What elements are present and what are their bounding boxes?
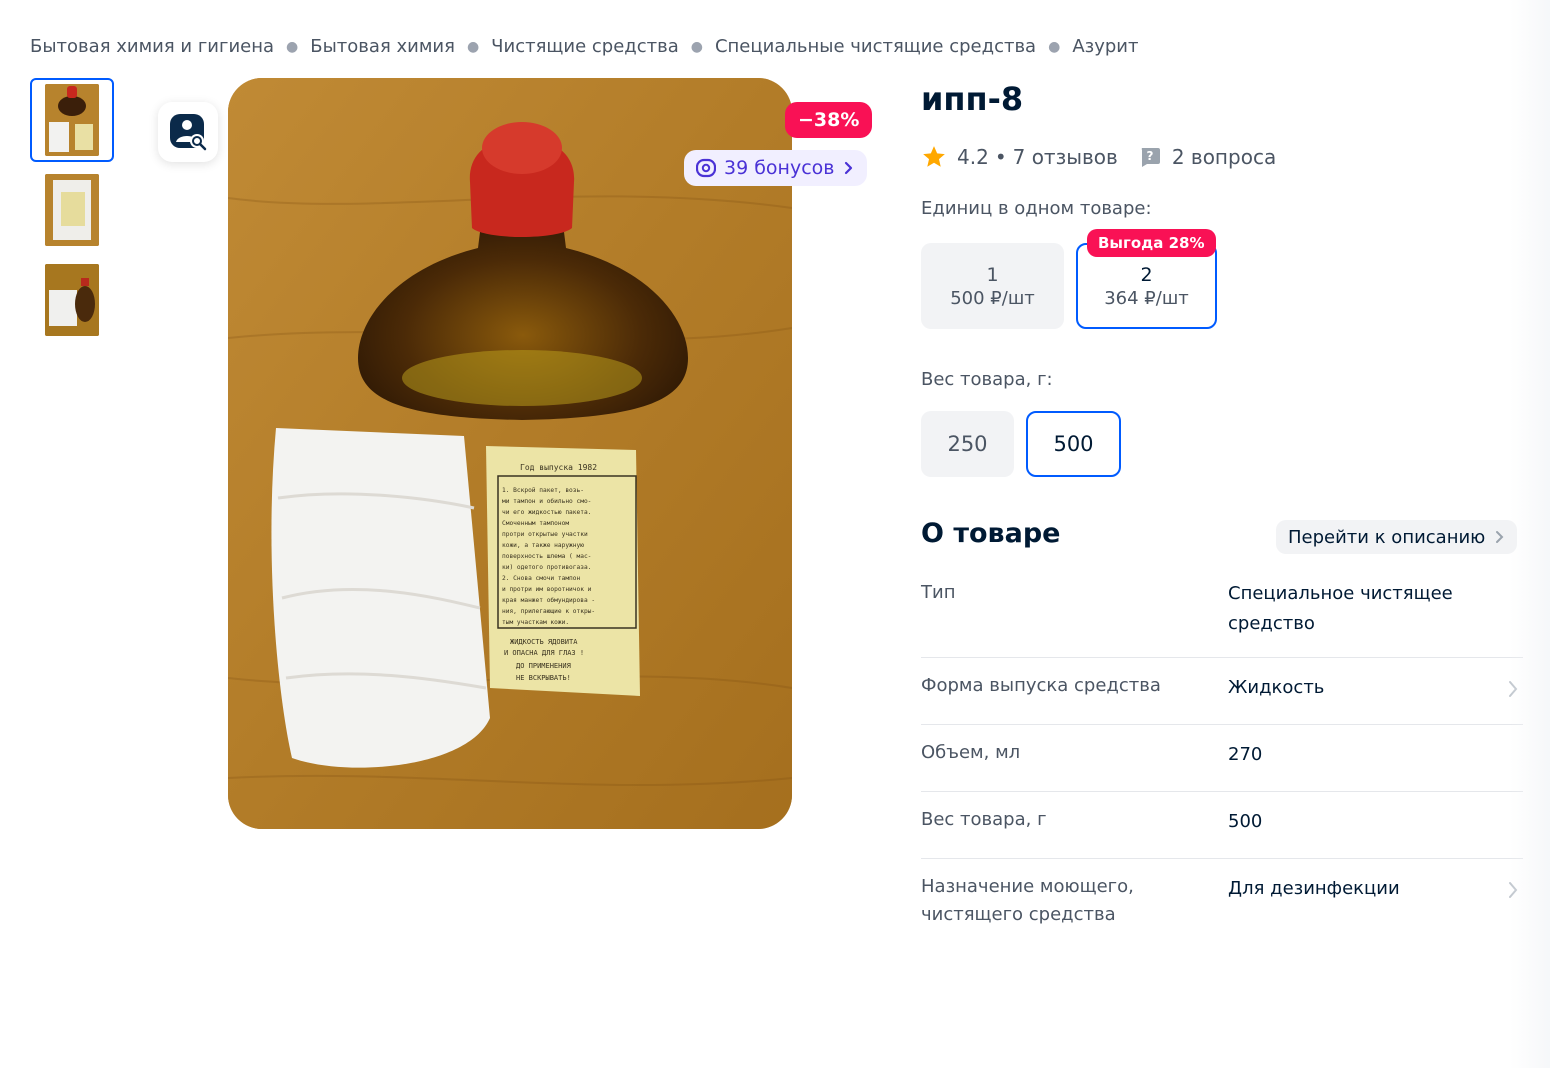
breadcrumb-item-household-chemistry-hygiene[interactable]: Бытовая химия и гигиена <box>30 36 274 57</box>
thumbnail-image <box>45 84 99 156</box>
units-option-count: 2 <box>1140 263 1153 286</box>
image-search-icon <box>170 114 207 151</box>
bonus-coin-icon <box>696 158 716 178</box>
leaflet-line: ния, прилегающие к откры- <box>502 608 595 615</box>
spec-value: 500 <box>1228 811 1263 832</box>
leaflet-line: тым участкам кожи. <box>502 619 569 626</box>
svg-text:?: ? <box>1146 149 1153 163</box>
weight-label: Вес товара, г: <box>921 369 1053 390</box>
promo-badge: Выгода 28% <box>1087 229 1216 257</box>
spec-row-purpose[interactable]: Назначение моющего, чистящего средства Д… <box>921 859 1523 949</box>
breadcrumb-separator: ● <box>690 38 703 55</box>
leaflet-line: 1. Вскрой пакет, возь- <box>502 486 584 494</box>
breadcrumb-item-special-cleaning-products[interactable]: Специальные чистящие средства <box>715 36 1036 57</box>
go-to-description-label: Перейти к описанию <box>1288 526 1486 548</box>
weight-option-250[interactable]: 250 <box>921 411 1014 477</box>
leaflet-heading: Год выпуска 1982 <box>520 463 597 472</box>
leaflet-warning-line: ДО ПРИМЕНЕНИЯ <box>516 662 571 670</box>
leaflet-warning-line: ЖИДКОСТЬ ЯДОВИТА <box>510 638 578 646</box>
spec-row-form[interactable]: Форма выпуска средства Жидкость <box>921 658 1523 725</box>
chevron-right-icon <box>844 161 852 175</box>
breadcrumb-item-brand[interactable]: Азурит <box>1072 36 1138 57</box>
leaflet-line: чи его жидкостью пакета. <box>502 509 591 516</box>
spec-value: 270 <box>1228 744 1263 765</box>
units-option-1[interactable]: 1 500 ₽/шт <box>921 243 1064 329</box>
leaflet-line: ки) одетого противогаза. <box>502 564 591 571</box>
breadcrumb-separator: ● <box>1048 38 1061 55</box>
spec-row-type: Тип Специальное чистящее средство <box>921 576 1523 658</box>
main-product-photo[interactable]: Год выпуска 1982 1. Вскрой пакет, возь- … <box>228 78 792 829</box>
leaflet-line: протри открытые участки <box>502 531 588 538</box>
leaflet-line: поверхность шлема ( мас- <box>502 553 591 560</box>
questions-link[interactable]: 2 вопроса <box>1172 145 1276 169</box>
discount-badge: −38% <box>785 102 873 138</box>
bonus-label: 39 бонусов <box>724 157 835 179</box>
star-icon <box>923 146 945 167</box>
leaflet-line: Смоченным тампоном <box>502 520 569 527</box>
spec-key: Тип <box>921 582 956 603</box>
chevron-right-icon <box>1496 531 1504 543</box>
units-option-count: 1 <box>986 263 999 286</box>
spec-value: Для дезинфекции <box>1228 878 1400 899</box>
spec-value: Жидкость <box>1228 677 1325 698</box>
product-photo-illustration: Год выпуска 1982 1. Вскрой пакет, возь- … <box>228 78 792 829</box>
spec-row-weight: Вес товара, г 500 <box>921 792 1523 859</box>
question-bubble-icon: ? <box>1141 148 1160 167</box>
leaflet-line: кожи, а также наружную <box>502 542 584 549</box>
rating-separator: • <box>994 145 1007 169</box>
go-to-description-button[interactable]: Перейти к описанию <box>1276 520 1518 554</box>
leaflet-warning-line: НЕ ВСКРЫВАТЬ! <box>516 674 571 682</box>
breadcrumb-separator: ● <box>286 38 299 55</box>
leaflet-line: 2. Снова смочи тампон <box>502 575 581 582</box>
rating-row: 4.2 • 7 отзывов ? 2 вопроса <box>921 144 1276 170</box>
thumbnail-3[interactable] <box>30 258 114 342</box>
breadcrumb-separator: ● <box>466 38 480 55</box>
thumbnail-1[interactable] <box>30 78 114 162</box>
reviews-link[interactable]: 7 отзывов <box>1013 145 1118 169</box>
units-label: Единиц в одном товаре: <box>921 198 1152 219</box>
bonus-badge[interactable]: 39 бонусов <box>684 150 867 186</box>
weight-option-value: 500 <box>1053 432 1094 456</box>
right-edge-fade <box>1510 0 1550 1068</box>
breadcrumb: Бытовая химия и гигиена ● Бытовая химия … <box>30 36 1138 57</box>
leaflet-line: и протри им воротничок и <box>502 586 592 593</box>
leaflet-warning-line: И ОПАСНА ДЛЯ ГЛАЗ ! <box>504 649 584 657</box>
thumbnail-image <box>45 174 99 246</box>
units-option-price: 500 ₽/шт <box>950 287 1035 309</box>
units-option-price: 364 ₽/шт <box>1104 287 1189 309</box>
thumbnail-2[interactable] <box>30 168 114 252</box>
breadcrumb-item-cleaning-products[interactable]: Чистящие средства <box>491 36 679 57</box>
spec-key: Назначение моющего, чистящего средства <box>921 876 1134 925</box>
weight-option-value: 250 <box>947 432 988 456</box>
leaflet-line: ми тампон и обильно смо- <box>502 497 591 505</box>
product-title: ипп-8 <box>921 80 1024 118</box>
spec-key: Форма выпуска средства <box>921 675 1161 696</box>
specs-table: Тип Специальное чистящее средство Форма … <box>921 576 1523 949</box>
spec-key: Объем, мл <box>921 742 1021 763</box>
breadcrumb-item-household-chemistry[interactable]: Бытовая химия <box>310 36 455 57</box>
spec-key: Вес товара, г <box>921 809 1047 830</box>
weight-option-500[interactable]: 500 <box>1026 411 1121 477</box>
leaflet-line: края манжет обмундирова - <box>502 596 595 604</box>
rating-value: 4.2 <box>957 145 989 169</box>
about-title: О товаре <box>921 518 1061 549</box>
image-search-button[interactable] <box>158 102 218 162</box>
thumbnail-image <box>45 264 99 336</box>
thumbnail-gallery <box>30 78 114 348</box>
spec-row-volume: Объем, мл 270 <box>921 725 1523 792</box>
spec-value: Специальное чистящее средство <box>1228 583 1453 634</box>
